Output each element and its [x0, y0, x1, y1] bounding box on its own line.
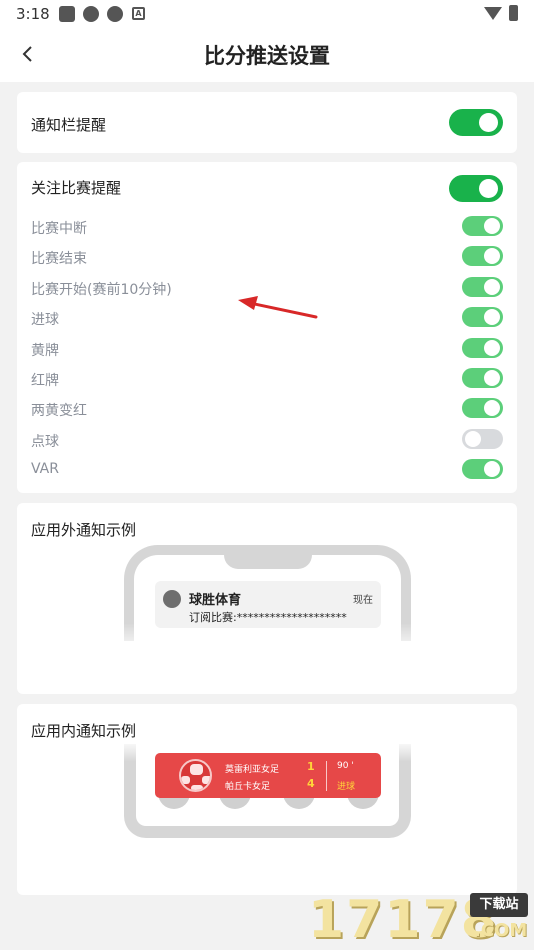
toggle-knob — [479, 113, 498, 132]
option-label-interrupt: 比赛中断 — [31, 221, 87, 237]
in-app-match-banner: 莫雷利亚女足 帕丘卡女足 1 4 90 ' 进球 — [155, 753, 381, 798]
toggle-knob — [484, 370, 500, 386]
inside-example-title: 应用内通知示例 — [31, 722, 137, 740]
phone-notch — [224, 547, 312, 569]
toggle-knob — [484, 400, 500, 416]
notification-app-icon — [83, 6, 99, 22]
notification-bar-label: 通知栏提醒 — [31, 116, 107, 134]
option-label-second-yellow: 两黄变红 — [31, 403, 87, 419]
status-bar: 3:18 A — [0, 0, 534, 28]
outside-example-title: 应用外通知示例 — [31, 521, 137, 539]
wifi-icon — [484, 7, 502, 20]
outside-notification-card: 应用外通知示例 球胜体育 现在 订阅比赛:*******************… — [17, 503, 517, 694]
app-logo-icon — [163, 590, 181, 608]
toggle-knob — [484, 309, 500, 325]
toggle-knob — [484, 461, 500, 477]
toggle-red-card[interactable] — [462, 368, 503, 388]
follow-match-toggle[interactable] — [449, 175, 503, 202]
notification-time: 现在 — [353, 595, 373, 606]
follow-match-card: 关注比赛提醒 比赛中断 比赛结束 比赛开始(赛前10分钟) 进球 黄牌 红牌 两… — [17, 162, 517, 493]
toggle-knob — [484, 218, 500, 234]
match-minute: 90 ' — [337, 761, 354, 771]
option-label-var: VAR — [31, 461, 59, 477]
toggle-var[interactable] — [462, 459, 503, 479]
watermark-badge: 下载站 — [470, 893, 528, 917]
battery-icon — [509, 5, 518, 21]
a-icon: A — [132, 7, 145, 20]
football-icon — [179, 759, 212, 792]
toggle-goal[interactable] — [462, 307, 503, 327]
toggle-knob — [479, 179, 498, 198]
top-bar: 比分推送设置 — [0, 28, 534, 82]
option-label-end: 比赛结束 — [31, 251, 87, 267]
toggle-yellow-card[interactable] — [462, 338, 503, 358]
follow-match-label: 关注比赛提醒 — [31, 179, 122, 197]
toggle-second-yellow[interactable] — [462, 398, 503, 418]
home-team-name: 莫雷利亚女足 — [225, 765, 280, 775]
away-score: 4 — [307, 777, 315, 790]
option-label-yellow-card: 黄牌 — [31, 343, 59, 359]
status-time: 3:18 — [16, 5, 50, 23]
notification-app-name: 球胜体育 — [189, 593, 242, 608]
option-label-penalty: 点球 — [31, 434, 59, 450]
score-divider — [326, 761, 327, 791]
toggle-start[interactable] — [462, 277, 503, 297]
notification-app-icon — [59, 6, 75, 22]
option-label-goal: 进球 — [31, 312, 59, 328]
toggle-penalty[interactable] — [462, 429, 503, 449]
notification-bar-card: 通知栏提醒 — [17, 92, 517, 153]
toggle-knob — [484, 279, 500, 295]
annotation-arrow-icon — [238, 296, 318, 319]
watermark-domain: .COM — [474, 920, 528, 941]
home-score: 1 — [307, 760, 315, 773]
system-notification-preview: 球胜体育 现在 订阅比赛:******************** — [155, 581, 381, 628]
toggle-interrupt[interactable] — [462, 216, 503, 236]
notification-text: 订阅比赛:******************** — [189, 611, 347, 624]
toggle-knob — [484, 248, 500, 264]
away-team-name: 帕丘卡女足 — [225, 782, 271, 792]
page-title: 比分推送设置 — [204, 44, 330, 68]
toggle-knob — [465, 431, 481, 447]
match-event: 进球 — [337, 782, 356, 792]
toggle-end[interactable] — [462, 246, 503, 266]
inside-notification-card: 应用内通知示例 莫雷利亚女足 帕丘卡女足 1 4 90 ' 进球 — [17, 704, 517, 895]
option-label-start: 比赛开始(赛前10分钟) — [31, 282, 172, 298]
notification-bar-toggle[interactable] — [449, 109, 503, 136]
toggle-knob — [484, 340, 500, 356]
option-label-red-card: 红牌 — [31, 373, 59, 389]
notification-app-icon — [107, 6, 123, 22]
